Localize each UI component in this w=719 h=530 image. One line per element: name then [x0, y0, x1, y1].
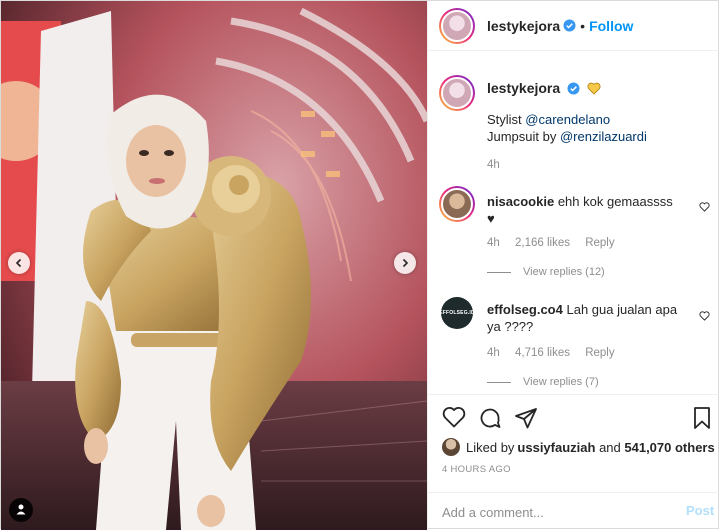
chevron-left-icon: [14, 255, 24, 271]
liked-by-avatar[interactable]: [442, 438, 460, 456]
comment-reply-button[interactable]: Reply: [585, 347, 614, 359]
caption-jumpsuit-mention[interactable]: @renzilazuardi: [560, 129, 647, 144]
header-separator: •: [580, 17, 586, 34]
caption-line2-text: Jumpsuit by: [487, 129, 560, 144]
post-actions: Liked by ussiyfauziah and 541,070 others…: [428, 394, 719, 492]
comment-avatar[interactable]: [439, 186, 475, 222]
comment-username[interactable]: nisacookie: [487, 194, 554, 209]
comment-time[interactable]: 4h: [487, 237, 500, 249]
comments-list[interactable]: lestykejora Stylist @carendelano Jumpsui…: [428, 51, 719, 394]
likes-summary: Liked by ussiyfauziah and 541,070 others: [442, 438, 715, 456]
author-avatar[interactable]: [439, 7, 475, 44]
view-replies-label: View replies (12): [523, 266, 605, 278]
comment-time[interactable]: 4h: [487, 347, 500, 359]
caption-avatar[interactable]: [439, 75, 475, 111]
comment-reply-button[interactable]: Reply: [585, 237, 614, 249]
comment-likes[interactable]: 4,716 likes: [515, 347, 570, 359]
comment-avatar[interactable]: EFFOLSEG.ID: [439, 297, 475, 329]
comment-text-line2: ♥: [487, 211, 495, 226]
comment-icon[interactable]: [478, 406, 502, 433]
add-comment-bar: Post: [428, 492, 719, 530]
bookmark-icon[interactable]: [692, 406, 712, 433]
verified-icon: [567, 82, 580, 95]
post-side-panel: lestykejora • Follow lestykejora Stylist…: [427, 1, 719, 530]
share-icon[interactable]: [514, 406, 538, 433]
comment-username[interactable]: effolseg.co4: [487, 302, 563, 317]
comment-avatar-logo-text: EFFOLSEG.ID: [439, 310, 475, 316]
post-comment-button[interactable]: Post: [686, 503, 714, 518]
next-media-button[interactable]: [394, 252, 416, 274]
replies-divider: [487, 271, 511, 273]
heart-icon[interactable]: [442, 406, 466, 431]
comment-like-heart-icon[interactable]: [699, 308, 710, 324]
yellow-heart-icon: [587, 82, 601, 99]
caption-username[interactable]: lestykejora: [487, 80, 560, 96]
likes-middle: and: [595, 439, 625, 455]
view-replies-label: View replies (7): [523, 376, 599, 388]
verified-icon: [563, 19, 576, 32]
view-replies-button[interactable]: View replies (7): [487, 376, 599, 388]
follow-button[interactable]: Follow: [589, 18, 633, 34]
comment-text: ehh kok gemaassss: [557, 194, 673, 209]
add-comment-input[interactable]: [442, 501, 662, 523]
tagged-users-button[interactable]: [9, 498, 33, 522]
caption-time[interactable]: 4h: [487, 159, 500, 171]
likes-count[interactable]: 541,070 others: [624, 440, 714, 455]
liked-by-username[interactable]: ussiyfauziah: [517, 440, 595, 455]
comment-likes[interactable]: 2,166 likes: [515, 237, 570, 249]
comment-like-heart-icon[interactable]: [699, 199, 710, 215]
caption-line1-text: Stylist: [487, 112, 526, 127]
post-dialog: lestykejora • Follow lestykejora Stylist…: [0, 0, 719, 530]
user-tag-icon: [15, 502, 27, 518]
post-header: lestykejora • Follow: [428, 1, 719, 51]
post-media[interactable]: [1, 1, 427, 530]
view-replies-button[interactable]: View replies (12): [487, 266, 605, 278]
post-timestamp[interactable]: 4 HOURS AGO: [442, 464, 511, 475]
post-photo: [1, 1, 427, 530]
chevron-right-icon: [400, 255, 410, 271]
caption-stylist-mention[interactable]: @carendelano: [525, 112, 610, 127]
replies-divider: [487, 381, 511, 383]
author-username[interactable]: lestykejora: [487, 18, 560, 34]
previous-media-button[interactable]: [8, 252, 30, 274]
likes-prefix: Liked by: [466, 439, 515, 455]
